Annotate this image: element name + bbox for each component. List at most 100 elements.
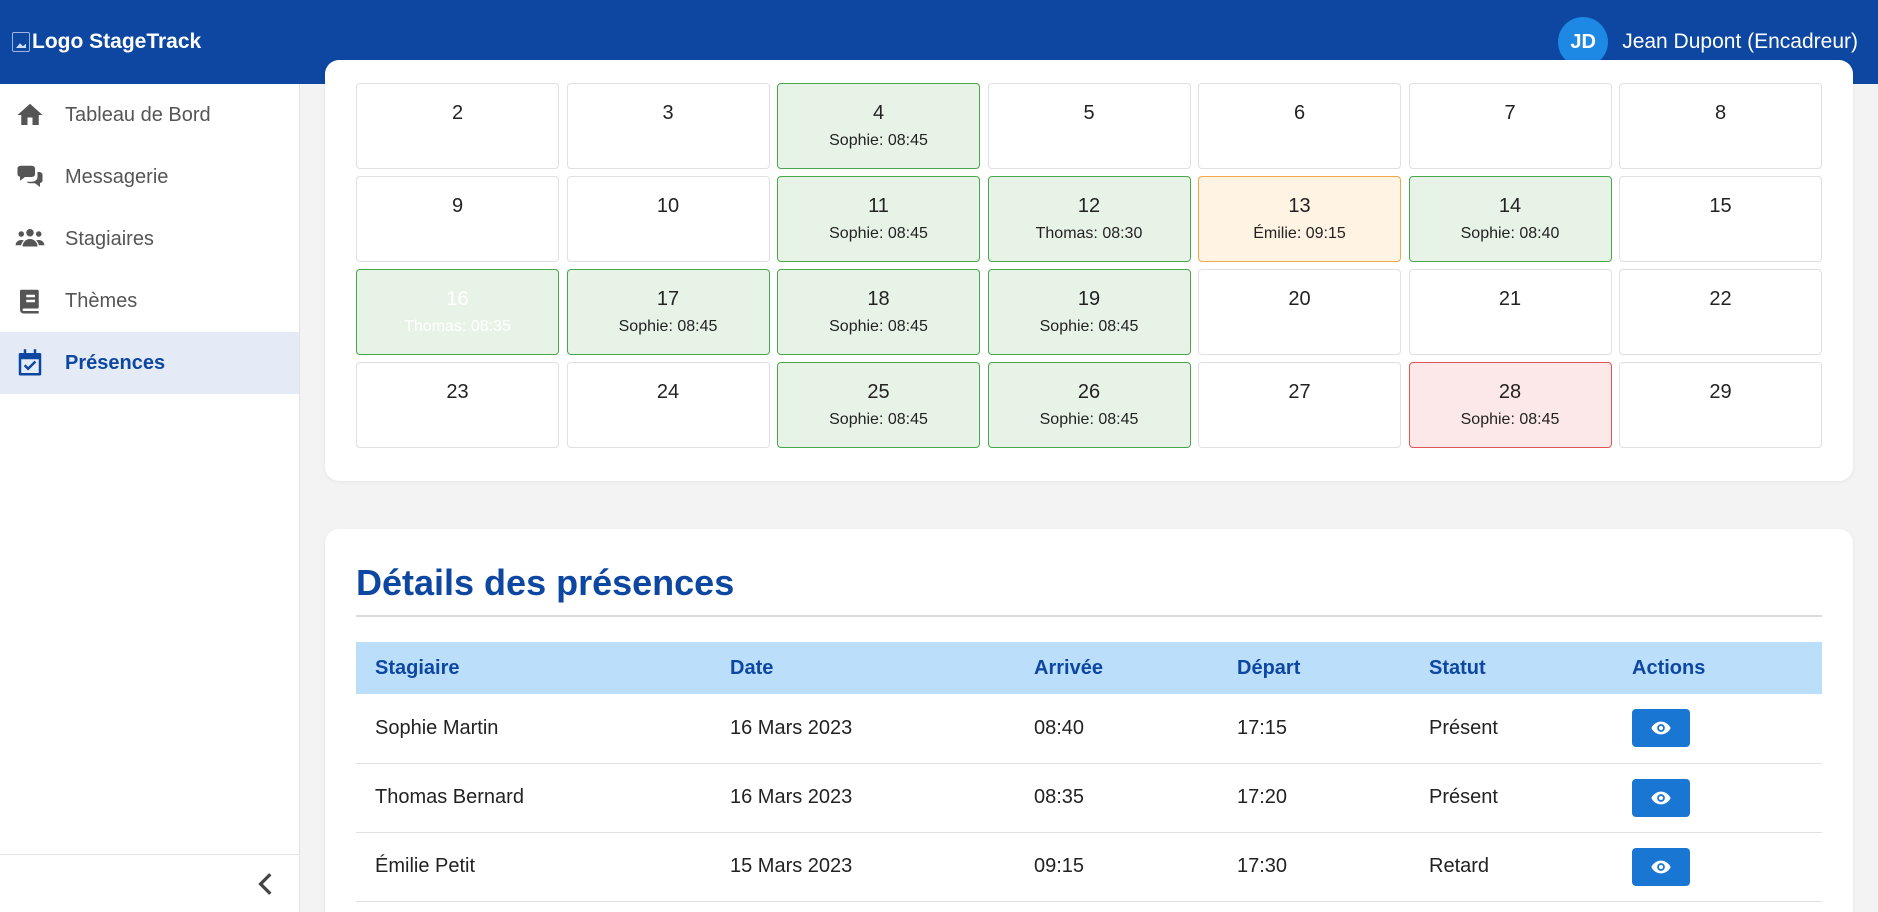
calendar-day[interactable]: 29	[1619, 362, 1822, 448]
calendar-day[interactable]: 14 Sophie: 08:40	[1408, 176, 1612, 262]
column-header-date[interactable]: Date	[711, 642, 1015, 694]
calendar-day[interactable]: 23	[356, 362, 559, 448]
day-number: 15	[1709, 195, 1732, 217]
sidebar-item-themes[interactable]: Thèmes	[0, 270, 299, 332]
column-header-arrivee[interactable]: Arrivée	[1015, 642, 1218, 694]
column-header-statut[interactable]: Statut	[1410, 642, 1613, 694]
cell-stagiaire: Thomas Bernard	[356, 763, 711, 833]
view-details-button[interactable]	[1632, 709, 1690, 748]
day-number: 27	[1288, 381, 1311, 403]
cell-date: 15 Mars 2023	[711, 832, 1015, 902]
sidebar-item-stagiaires[interactable]: Stagiaires	[0, 208, 299, 270]
day-number: 10	[656, 195, 680, 217]
day-number: 18	[867, 288, 890, 310]
sidebar-item-messagerie[interactable]: Messagerie	[0, 146, 299, 208]
day-number: 3	[662, 102, 674, 124]
day-number: 13	[1288, 195, 1311, 217]
sidebar-item-label: Présences	[65, 351, 166, 374]
day-attendance-info: Sophie: 08:45	[829, 411, 928, 428]
broken-image-icon	[12, 32, 30, 52]
calendar-day[interactable]: 16 Thomas: 08:35	[356, 269, 559, 355]
calendar-day[interactable]: 25 Sophie: 08:45	[777, 362, 980, 448]
calendar-day[interactable]: 4 Sophie: 08:45	[777, 83, 980, 169]
cell-date: 16 Mars 2023	[711, 763, 1015, 833]
cell-depart: 17:20	[1218, 763, 1410, 833]
chevron-left-icon	[258, 873, 272, 895]
calendar-day[interactable]: 3	[566, 83, 770, 169]
sidebar-item-label: Stagiaires	[65, 227, 154, 250]
table-header-row: Stagiaire Date Arrivée Départ Statut Act…	[356, 642, 1822, 694]
calendar-day[interactable]: 28 Sophie: 08:45	[1408, 362, 1612, 448]
day-number: 7	[1504, 102, 1516, 124]
day-number: 23	[446, 381, 469, 403]
day-attendance-info: Sophie: 08:45	[829, 318, 928, 335]
details-title: Détails des présences	[356, 562, 735, 603]
cell-actions	[1613, 694, 1822, 764]
calendar-day[interactable]: 19 Sophie: 08:45	[987, 269, 1191, 355]
calendar-day[interactable]: 15	[1619, 176, 1822, 262]
column-header-stagiaire[interactable]: Stagiaire	[356, 642, 711, 694]
day-number: 4	[872, 102, 885, 124]
book-icon	[20, 289, 39, 314]
day-number: 28	[1498, 381, 1522, 403]
day-number: 16	[446, 288, 469, 310]
calendar-day[interactable]: 11 Sophie: 08:45	[777, 176, 980, 262]
calendar-day[interactable]: 5	[987, 83, 1191, 169]
calendar-day[interactable]: 26 Sophie: 08:45	[987, 362, 1191, 448]
day-attendance-info: Sophie: 08:40	[1460, 225, 1560, 242]
calendar-day[interactable]: 21	[1408, 269, 1612, 355]
eye-icon	[1651, 721, 1671, 735]
sidebar-item-label: Messagerie	[65, 165, 169, 188]
day-attendance-info: Sophie: 08:45	[1460, 411, 1560, 428]
day-number: 17	[656, 288, 680, 310]
calendar-day[interactable]: 27	[1198, 362, 1401, 448]
day-number: 14	[1498, 195, 1522, 217]
day-number: 19	[1077, 288, 1101, 310]
column-header-depart[interactable]: Départ	[1218, 642, 1410, 694]
calendar-check-icon	[18, 349, 42, 376]
sidebar-item-tableau-de-bord[interactable]: Tableau de Bord	[0, 84, 299, 146]
day-number: 25	[867, 381, 890, 403]
calendar-day[interactable]: 12 Thomas: 08:30	[987, 176, 1191, 262]
day-attendance-info: Sophie: 08:45	[829, 132, 928, 149]
logo-alt-text: Logo StageTrack	[32, 30, 202, 53]
brand-logo[interactable]: Logo StageTrack	[12, 30, 201, 54]
sidebar: Tableau de Bord Messagerie Stagiaires Th…	[0, 84, 300, 912]
calendar-day[interactable]: 8	[1619, 83, 1822, 169]
calendar-day[interactable]: 9	[356, 176, 559, 262]
sidebar-item-presences[interactable]: Présences	[0, 332, 299, 394]
day-attendance-info: Sophie: 08:45	[1039, 318, 1139, 335]
calendar-day[interactable]: 20	[1198, 269, 1401, 355]
day-number: 9	[451, 195, 464, 217]
sidebar-item-label: Tableau de Bord	[65, 103, 211, 126]
day-attendance-info: Émilie: 09:15	[1253, 225, 1346, 242]
sidebar-footer	[0, 854, 299, 912]
home-icon	[17, 103, 43, 125]
day-number: 5	[1083, 102, 1095, 124]
collapse-sidebar-button[interactable]	[253, 871, 279, 897]
calendar-day[interactable]: 7	[1408, 83, 1612, 169]
view-details-button[interactable]	[1632, 847, 1690, 886]
user-name: Jean Dupont (Encadreur)	[1622, 30, 1858, 53]
day-number: 12	[1077, 195, 1101, 217]
day-number: 20	[1288, 288, 1311, 310]
day-attendance-info: Sophie: 08:45	[618, 318, 718, 335]
day-number: 8	[1714, 102, 1727, 124]
calendar-day[interactable]: 10	[566, 176, 770, 262]
view-details-button[interactable]	[1632, 778, 1690, 817]
eye-icon	[1651, 860, 1671, 873]
calendar-card: 2 3 4 Sophie: 08:45 5 6 7 8 9 10 11 Sophie: 08:45 12…	[325, 60, 1853, 481]
divider	[356, 615, 1822, 617]
calendar-day[interactable]: 13 Émilie: 09:15	[1198, 176, 1401, 262]
calendar-day[interactable]: 18 Sophie: 08:45	[777, 269, 980, 355]
calendar-day[interactable]: 2	[356, 83, 559, 169]
calendar-day[interactable]: 17 Sophie: 08:45	[566, 269, 770, 355]
day-number: 21	[1498, 288, 1522, 310]
cell-depart: 17:30	[1218, 832, 1410, 902]
cell-stagiaire: Sophie Martin	[356, 694, 711, 764]
calendar-day[interactable]: 22	[1619, 269, 1822, 355]
eye-icon	[1651, 791, 1671, 804]
table-row: Émilie Petit 15 Mars 2023 09:15 17:30 Re…	[356, 832, 1822, 902]
calendar-day[interactable]: 24	[566, 362, 770, 448]
calendar-day[interactable]: 6	[1198, 83, 1401, 169]
